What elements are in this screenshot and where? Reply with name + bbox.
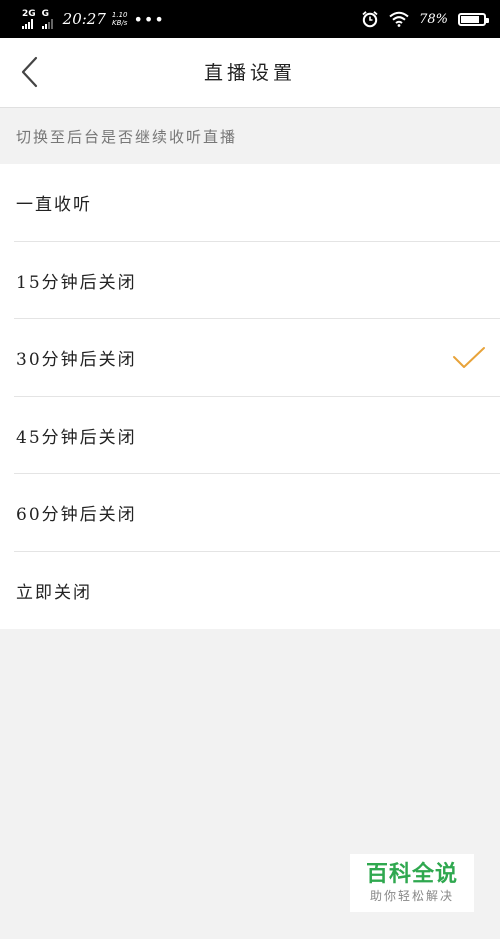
network-speed-value: 1.10 <box>111 11 128 19</box>
option-always-listen[interactable]: 一直收听 <box>0 164 500 242</box>
option-label: 立即关闭 <box>16 582 92 603</box>
option-label: 60分钟后关闭 <box>16 505 137 526</box>
checkmark-icon <box>453 346 485 368</box>
signal-g: G <box>41 8 53 29</box>
network-type-label: 2G <box>22 8 36 19</box>
status-right: 78% <box>361 10 489 28</box>
battery-percent: 78% <box>419 11 448 27</box>
option-close-now[interactable]: 立即关闭 <box>0 552 500 630</box>
option-close-30min[interactable]: 30分钟后关闭 <box>0 319 500 397</box>
signal-bars-icon-2 <box>41 18 53 29</box>
network-speed: 1.10 KB/s <box>112 11 128 27</box>
option-label: 15分钟后关闭 <box>16 272 137 293</box>
page-title: 直播设置 <box>203 62 296 84</box>
screen: 2G G 20:27 1.10 KB/s ••• 78% 直播设置 切换至后台是… <box>0 0 500 939</box>
wifi-icon <box>389 11 409 27</box>
status-left: 2G G 20:27 1.10 KB/s ••• <box>22 8 165 29</box>
signal-2g: 2G <box>22 8 36 29</box>
option-label: 一直收听 <box>16 195 92 216</box>
status-bar: 2G G 20:27 1.10 KB/s ••• 78% <box>0 0 500 38</box>
battery-icon <box>458 12 489 26</box>
clock: 20:27 <box>62 10 106 28</box>
watermark-logo: 百科全说 助你轻松解决 <box>350 854 474 912</box>
network-type-label-2: G <box>41 8 50 19</box>
section-caption: 切换至后台是否继续收听直播 <box>0 108 500 164</box>
option-label: 45分钟后关闭 <box>16 427 137 448</box>
option-close-45min[interactable]: 45分钟后关闭 <box>0 397 500 475</box>
option-label: 30分钟后关闭 <box>16 350 137 371</box>
more-notifications-icon: ••• <box>133 9 165 29</box>
watermark-subtitle: 助你轻松解决 <box>369 889 454 903</box>
options-list: 一直收听 15分钟后关闭 30分钟后关闭 45分钟后关闭 60分钟后关闭 立即关… <box>0 164 500 629</box>
option-close-15min[interactable]: 15分钟后关闭 <box>0 242 500 320</box>
nav-header: 直播设置 <box>0 38 500 108</box>
alarm-icon <box>362 11 378 28</box>
watermark-title: 百科全说 <box>365 862 458 887</box>
network-speed-unit: KB/s <box>111 19 128 27</box>
option-close-60min[interactable]: 60分钟后关闭 <box>0 474 500 552</box>
signal-bars-icon <box>22 18 33 29</box>
